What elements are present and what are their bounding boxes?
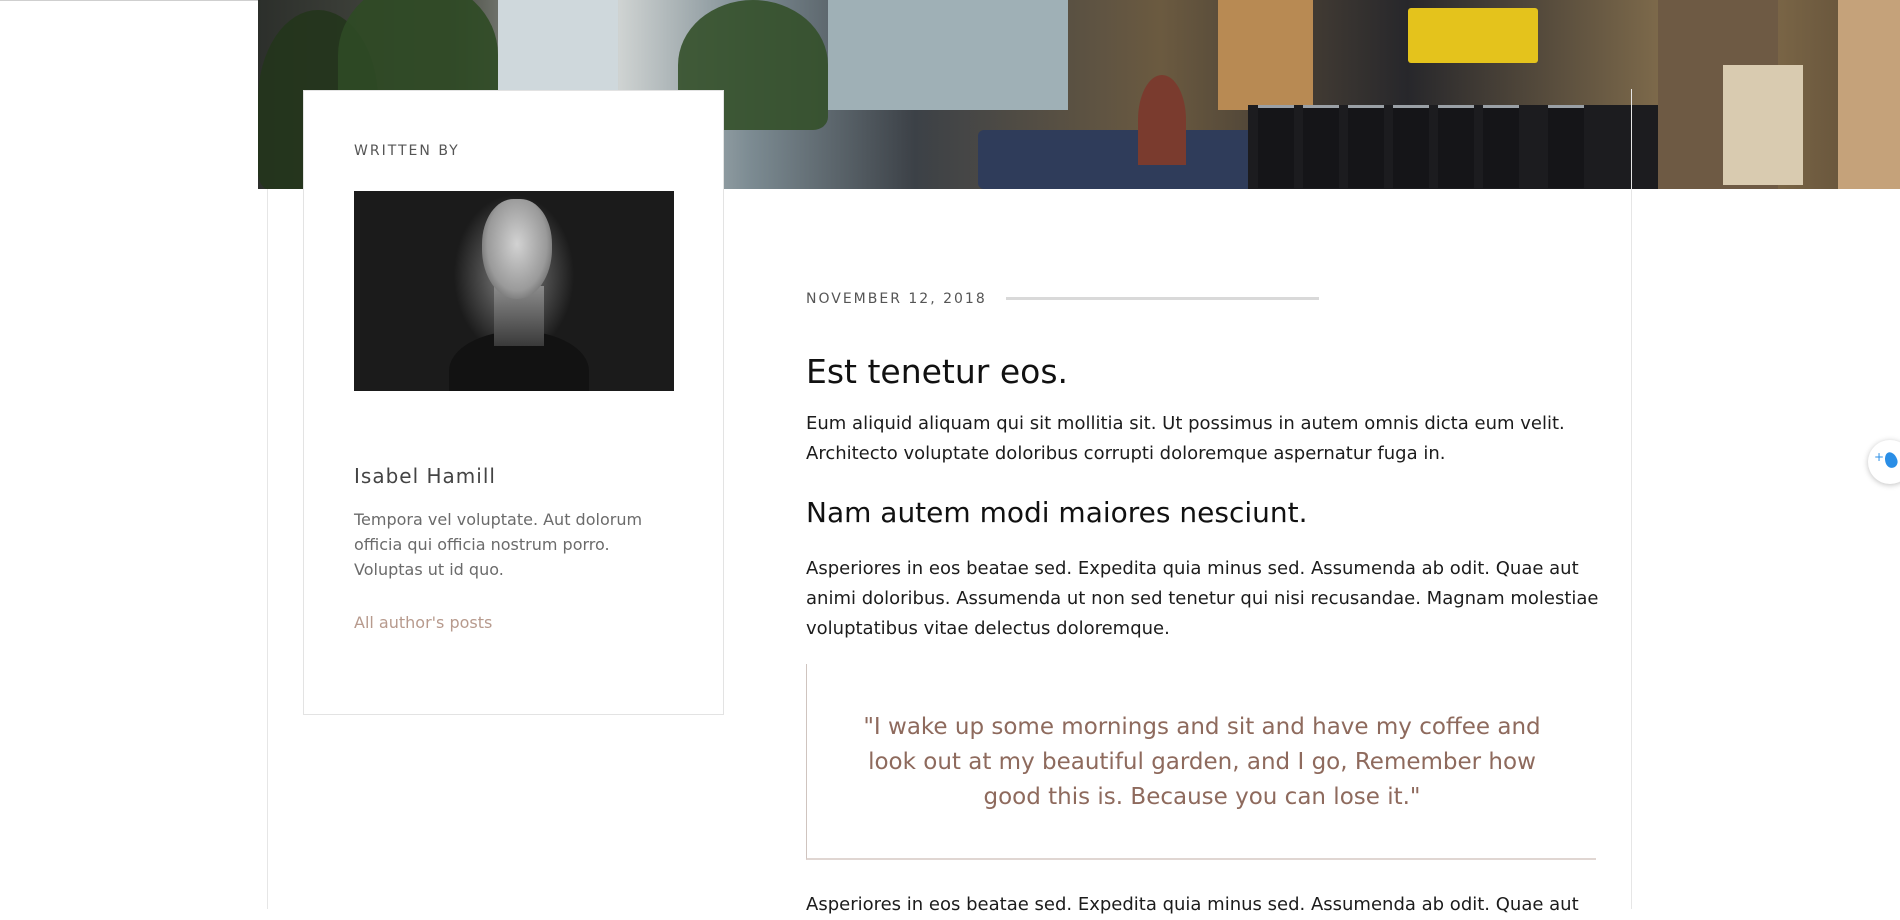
plus-icon: +	[1874, 450, 1885, 464]
author-card: WRITTEN BY Isabel Hamill Tempora vel vol…	[303, 90, 724, 715]
coffee-bag-shape	[1483, 105, 1519, 188]
author-bio: Tempora vel voluptate. Aut dolorum offic…	[354, 510, 643, 579]
date-divider	[1006, 297, 1319, 300]
floating-widget-button[interactable]: +	[1868, 440, 1900, 484]
quote-text: "I wake up some mornings and sit and hav…	[863, 714, 1541, 810]
coffee-bag-shape	[1548, 105, 1584, 188]
top-divider	[0, 0, 258, 1]
menu-board-shape	[1723, 65, 1803, 185]
all-author-posts-link[interactable]: All author's posts	[354, 613, 492, 632]
written-by-label: WRITTEN BY	[354, 143, 460, 159]
window-shape	[498, 0, 618, 95]
coffee-bag-shape	[1393, 105, 1429, 188]
blockquote: "I wake up some mornings and sit and hav…	[806, 664, 1596, 860]
coffee-bag-shape	[1438, 105, 1474, 188]
photo-face	[482, 199, 552, 299]
coffee-bag-shape	[1258, 105, 1294, 188]
post-subtitle: Nam autem modi maiores nesciunt.	[806, 496, 1308, 529]
author-name: Isabel Hamill	[354, 464, 496, 488]
content-border-left	[267, 189, 268, 909]
post-paragraph-1: Eum aliquid aliquam qui sit mollitia sit…	[806, 413, 1565, 464]
coffee-bag-shape	[1348, 105, 1384, 188]
water-drop-icon	[1882, 450, 1900, 470]
author-photo	[354, 191, 674, 391]
window-shape	[828, 0, 1068, 110]
content-border-right	[1631, 89, 1632, 909]
post-paragraph-3: Asperiores in eos beatae sed. Expedita q…	[806, 894, 1579, 915]
coffee-bag-shape	[1303, 105, 1339, 188]
espresso-machine-shape	[1408, 8, 1538, 63]
person-shape	[1138, 75, 1186, 165]
wall-shape	[1838, 0, 1900, 189]
post-date: NOVEMBER 12, 2018	[806, 291, 987, 307]
post-paragraph-2: Asperiores in eos beatae sed. Expedita q…	[806, 558, 1599, 639]
post-title: Est tenetur eos.	[806, 352, 1069, 391]
shelf-shape	[1218, 0, 1313, 110]
